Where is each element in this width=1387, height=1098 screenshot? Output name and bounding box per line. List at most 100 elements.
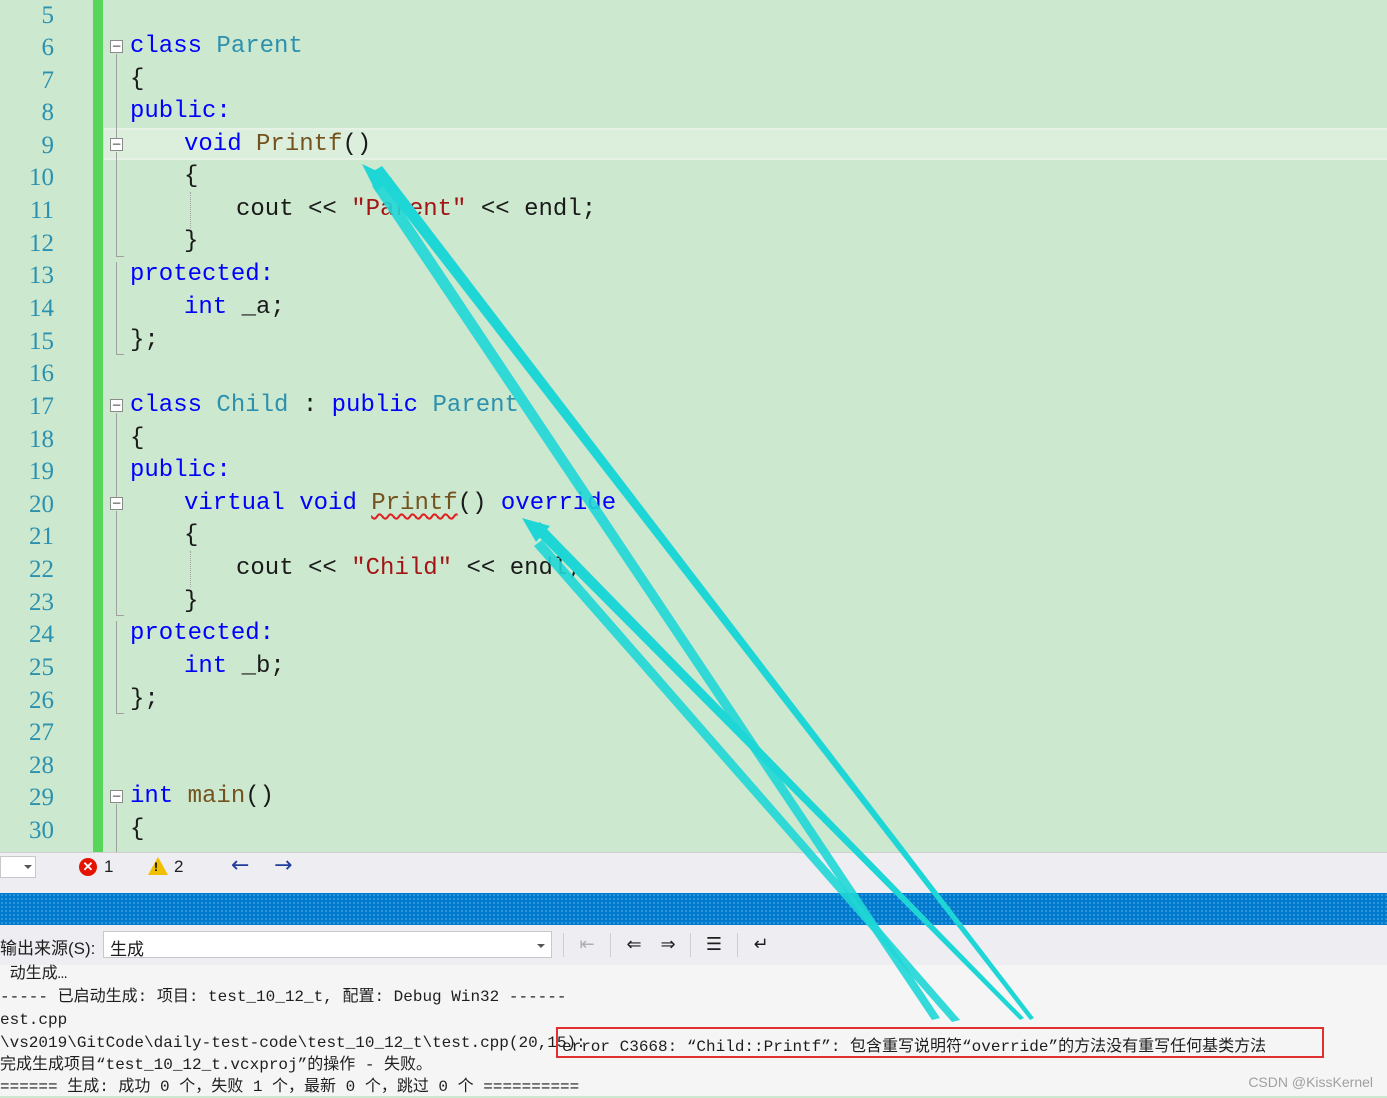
output-panel: 输出来源(S): 生成 ⇤ ⇐ ⇒ ☰ ↵ 动生成… ----- 已启动生成: … <box>0 925 1387 1096</box>
outline-guide <box>116 511 117 615</box>
line-number: 23 <box>29 589 54 616</box>
navigate-forward-icon[interactable]: → <box>274 853 292 878</box>
line-number: 17 <box>29 393 54 420</box>
next-message-icon[interactable]: ⇒ <box>656 932 680 958</box>
outline-guide <box>116 713 124 714</box>
code-line-11: cout << "Parent" << endl; <box>236 196 597 223</box>
code-line-12: } <box>184 228 199 255</box>
outline-guide <box>116 354 124 355</box>
find-message-in-code-icon[interactable]: ⇤ <box>575 932 599 958</box>
code-line-13: protected: <box>130 261 275 288</box>
line-number: 26 <box>29 687 54 714</box>
collapse-icon[interactable]: − <box>110 399 123 412</box>
error-squiggle: Printf <box>371 490 458 517</box>
toolbar-separator <box>690 933 691 957</box>
code-line-19: public: <box>130 457 231 484</box>
toolbar-separator <box>563 933 564 957</box>
warning-icon[interactable] <box>148 857 168 875</box>
line-number: 29 <box>29 784 54 811</box>
output-line: ----- 已启动生成: 项目: test_10_12_t, 配置: Debug… <box>0 988 567 1006</box>
code-line-7: { <box>130 66 145 93</box>
change-tracking-bar <box>93 0 103 852</box>
output-line: ====== 生成: 成功 0 个，失败 1 个，最新 0 个，跳过 0 个 =… <box>0 1078 580 1096</box>
code-line-29: int main() <box>130 783 275 810</box>
code-line-9: void Printf() <box>184 131 372 158</box>
line-number: 14 <box>29 295 54 322</box>
line-number: 5 <box>41 2 55 29</box>
code-line-30: { <box>130 816 145 843</box>
output-line: \vs2019\GitCode\daily-test-code\test_10_… <box>0 1034 586 1052</box>
collapse-icon[interactable]: − <box>110 138 123 151</box>
output-source-select[interactable]: 生成 <box>103 931 552 959</box>
collapse-icon[interactable]: − <box>110 497 123 510</box>
output-line: 完成生成项目“test_10_12_t.vcxproj”的操作 - 失败。 <box>0 1056 433 1074</box>
code-line-18: { <box>130 425 145 452</box>
code-line-23: } <box>184 588 199 615</box>
toolbar-separator <box>610 933 611 957</box>
code-line-21: { <box>184 522 199 549</box>
line-number: 8 <box>41 99 55 126</box>
line-number: 7 <box>41 67 55 94</box>
line-number: 18 <box>29 426 54 453</box>
code-line-10: { <box>184 163 199 190</box>
line-number: 19 <box>29 458 54 485</box>
error-count[interactable]: 1 <box>104 857 113 877</box>
line-number: 25 <box>29 654 54 681</box>
collapse-icon[interactable]: − <box>110 790 123 803</box>
output-line: est.cpp <box>0 1011 68 1029</box>
clear-all-icon[interactable]: ☰ <box>702 932 726 958</box>
code-line-17: class Child : public Parent <box>130 392 519 419</box>
word-wrap-icon[interactable]: ↵ <box>749 932 773 958</box>
navigate-back-icon[interactable]: ← <box>231 853 249 878</box>
outline-guide <box>116 621 117 713</box>
line-number: 16 <box>29 360 54 387</box>
code-line-6: class Parent <box>130 33 303 60</box>
error-message-highlight[interactable]: error C3668: “Child::Printf”: 包含重写说明符“ov… <box>556 1027 1324 1058</box>
outline-guide <box>116 615 124 616</box>
outline-guide <box>116 152 117 256</box>
line-number: 12 <box>29 230 54 257</box>
line-number: 11 <box>29 197 54 224</box>
line-number: 15 <box>29 328 54 355</box>
line-number: 24 <box>29 621 54 648</box>
outline-guide <box>116 256 124 257</box>
output-source-value: 生成 <box>110 940 144 959</box>
output-panel-titlebar[interactable] <box>0 893 1387 925</box>
panel-divider <box>0 882 1387 893</box>
previous-message-icon[interactable]: ⇐ <box>622 932 646 958</box>
chevron-down-icon <box>24 865 32 869</box>
output-toolbar: 输出来源(S): 生成 ⇤ ⇐ ⇒ ☰ ↵ <box>0 925 1387 965</box>
indent-guide <box>190 551 191 587</box>
editor-status-bar: ✕ 1 ! 2 ← → <box>0 852 1387 882</box>
line-number: 9 <box>41 132 55 159</box>
line-number: 20 <box>29 491 54 518</box>
warning-count[interactable]: 2 <box>174 857 183 877</box>
line-number: 27 <box>29 719 54 746</box>
line-number: 28 <box>29 752 54 779</box>
code-line-24: protected: <box>130 620 275 647</box>
code-editor[interactable]: 5 6 7 8 9 10 11 12 13 14 15 16 17 18 19 … <box>0 0 1387 852</box>
warning-mark: ! <box>154 860 158 874</box>
collapse-icon[interactable]: − <box>110 40 123 53</box>
outline-guide <box>116 804 117 852</box>
line-number: 10 <box>29 164 54 191</box>
code-line-8: public: <box>130 98 231 125</box>
zoom-dropdown[interactable] <box>0 856 36 878</box>
code-line-20: virtual void Printf() override <box>184 490 617 517</box>
error-message: error C3668: “Child::Printf”: 包含重写说明符“ov… <box>562 1038 1267 1056</box>
line-number: 13 <box>29 262 54 289</box>
line-number: 6 <box>41 34 55 61</box>
error-icon[interactable]: ✕ <box>79 858 97 876</box>
watermark: CSDN @KissKernel <box>1248 1074 1373 1090</box>
code-line-25: int _b; <box>184 653 285 680</box>
indent-guide <box>190 192 191 228</box>
line-number: 21 <box>29 523 54 550</box>
code-line-26: }; <box>130 686 159 713</box>
code-line-15: }; <box>130 327 159 354</box>
line-number: 22 <box>29 556 54 583</box>
outline-guide <box>116 54 117 138</box>
output-line: 动生成… <box>0 965 68 983</box>
line-number: 30 <box>29 817 54 844</box>
code-line-22: cout << "Child" << endl; <box>236 555 582 582</box>
output-source-label: 输出来源(S): <box>0 939 96 958</box>
